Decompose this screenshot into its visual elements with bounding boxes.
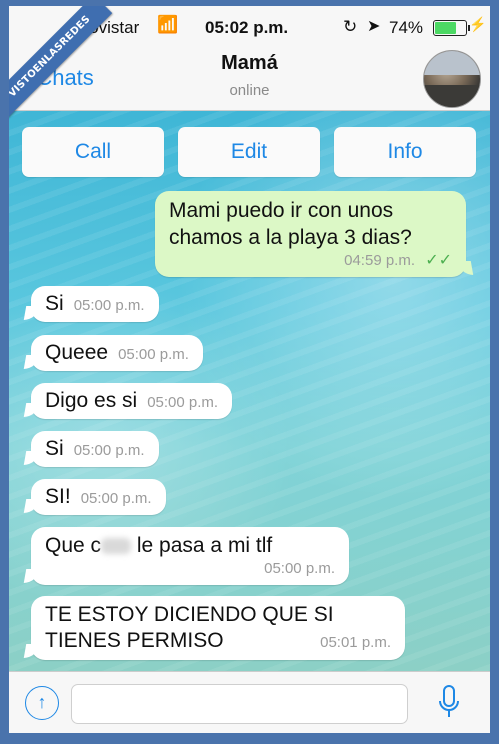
outgoing-message[interactable]: Mami puedo ir con unos chamos a la playa… xyxy=(155,191,466,277)
message-input-bar: ↑ xyxy=(9,671,490,733)
avatar-sky xyxy=(424,51,480,75)
info-button[interactable]: Info xyxy=(334,127,476,177)
battery-fill xyxy=(435,22,456,34)
call-button[interactable]: Call xyxy=(22,127,164,177)
message-text: TE ESTOY DICIENDO QUE SI xyxy=(45,603,334,626)
incoming-message[interactable]: Digo es si 05:00 p.m. xyxy=(31,383,233,419)
message-text: Mami puedo ir con unos xyxy=(169,199,394,222)
message-time: 05:00 p.m. xyxy=(118,346,189,363)
message-time: 05:00 p.m. xyxy=(73,297,145,314)
avatar-ground xyxy=(424,85,480,107)
censored-word xyxy=(101,538,132,555)
message-time: 05:00 p.m. xyxy=(264,560,335,577)
upload-arrow-icon[interactable]: ↑ xyxy=(25,686,59,720)
edit-button[interactable]: Edit xyxy=(178,127,320,177)
incoming-message[interactable]: Si 05:00 p.m. xyxy=(31,286,159,322)
incoming-message[interactable]: SI! 05:00 p.m. xyxy=(31,479,166,515)
incoming-message[interactable]: TE ESTOY DICIENDO QUE SI TIENES PERMISO … xyxy=(31,596,405,660)
phone-screen: movistar 📶 05:02 p.m. ↻ ➤ 74% ⚡ ‹Chats M… xyxy=(9,6,490,733)
message-text: TIENES PERMISO xyxy=(45,629,224,652)
message-time: 05:00 p.m. xyxy=(80,490,152,507)
double-check-icon: ✓✓ xyxy=(425,252,452,269)
message-text: Queee xyxy=(45,341,109,364)
message-time: 05:01 p.m. xyxy=(320,634,391,651)
charging-bolt-icon: ⚡ xyxy=(469,16,487,32)
chat-header: ‹Chats Mamá online xyxy=(9,44,490,111)
message-text: SI! xyxy=(45,485,71,508)
battery-percentage: 74% xyxy=(389,18,424,37)
microphone-icon[interactable] xyxy=(437,684,461,720)
message-input[interactable] xyxy=(71,684,408,724)
chat-area[interactable]: Call Edit Info Mami puedo ir con unos ch… xyxy=(9,111,490,671)
incoming-message[interactable]: Queee 05:00 p.m. xyxy=(31,335,203,371)
status-time: 05:02 p.m. xyxy=(205,18,289,37)
incoming-message[interactable]: Si 05:00 p.m. xyxy=(31,431,159,467)
location-arrow-icon: ➤ xyxy=(367,18,381,35)
message-text: Digo es si xyxy=(45,389,138,412)
message-text: chamos a la playa 3 dias? xyxy=(169,226,412,249)
battery-icon xyxy=(433,20,470,36)
message-text: Si xyxy=(45,292,64,315)
rotation-lock-icon: ↻ xyxy=(343,17,358,36)
message-time: 05:00 p.m. xyxy=(147,394,219,411)
message-text: Que c xyxy=(45,534,102,557)
wifi-icon: 📶 xyxy=(157,15,179,34)
message-text: le pasa a mi tlf xyxy=(136,534,273,557)
message-time: 04:59 p.m. xyxy=(344,252,416,269)
message-text: Si xyxy=(45,437,64,460)
contact-status: online xyxy=(229,82,270,99)
avatar[interactable] xyxy=(423,50,481,108)
incoming-message[interactable]: Que c le pasa a mi tlf 05:00 p.m. xyxy=(31,527,349,585)
message-time: 05:00 p.m. xyxy=(73,442,145,459)
contact-name: Mamá xyxy=(221,52,278,74)
